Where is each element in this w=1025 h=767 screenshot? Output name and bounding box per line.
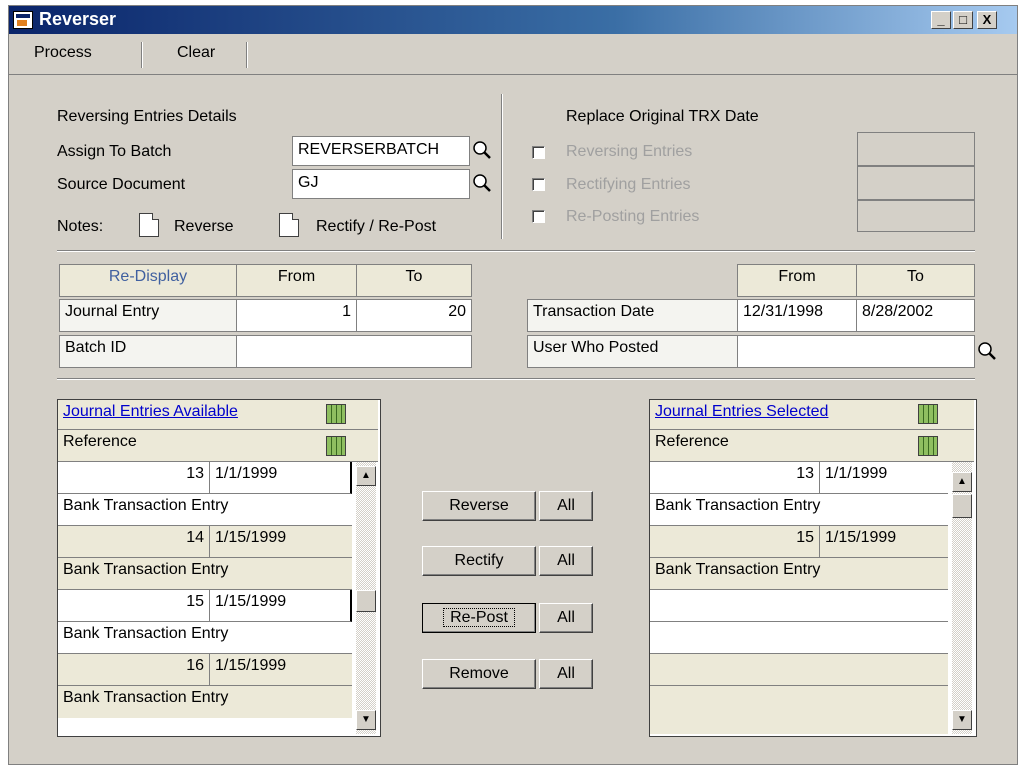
available-list: Journal Entries Available Reference 13 1… [57, 399, 381, 737]
grid-expand-icon[interactable] [918, 436, 938, 456]
grid-expand-icon[interactable] [326, 436, 346, 456]
toolbar: Process Clear [9, 34, 1017, 75]
reposting-entries-checkbox[interactable] [532, 210, 545, 223]
selected-row-description[interactable]: Bank Transaction Entry [650, 494, 948, 526]
assign-batch-field[interactable]: REVERSERBATCH [292, 136, 470, 166]
reverse-note-icon[interactable] [139, 213, 159, 237]
section-divider [501, 94, 503, 239]
selected-row-number[interactable]: 15 [650, 526, 820, 558]
rectifying-entries-checkbox[interactable] [532, 178, 545, 191]
horizontal-divider [57, 378, 975, 380]
source-document-lookup-icon[interactable] [472, 173, 492, 193]
transaction-date-label: Transaction Date [527, 299, 739, 332]
scroll-thumb[interactable] [952, 494, 972, 518]
repost-button-label: Re-Post [443, 608, 515, 627]
maximize-button[interactable]: □ [953, 11, 973, 29]
window-title: Reverser [39, 9, 117, 29]
available-row-date[interactable]: 1/15/1999 [210, 590, 352, 622]
selected-row-number[interactable]: 13 [650, 462, 820, 494]
available-row-number[interactable]: 15 [58, 590, 210, 622]
redisplay-button[interactable]: Re-Display [59, 264, 237, 297]
repost-all-button[interactable]: All [539, 603, 593, 633]
repost-button[interactable]: Re-Post [422, 603, 536, 633]
scroll-up-arrow-icon[interactable]: ▲ [356, 466, 376, 486]
range-to-header: To [356, 264, 472, 297]
details-heading: Reversing Entries Details [57, 108, 237, 125]
selected-row-date[interactable]: 1/15/1999 [820, 526, 948, 558]
scroll-up-arrow-icon[interactable]: ▲ [952, 472, 972, 492]
toolbar-separator [141, 42, 143, 68]
process-button[interactable]: Process [34, 44, 92, 62]
grid-expand-icon[interactable] [918, 404, 938, 424]
journal-to-field[interactable]: 20 [356, 299, 472, 332]
journal-from-field[interactable]: 1 [236, 299, 357, 332]
reversing-date-field [857, 132, 975, 166]
rectifying-entries-label: Rectifying Entries [566, 176, 691, 193]
batch-id-field[interactable] [236, 335, 472, 368]
date-to-header: To [856, 264, 975, 297]
available-row-number[interactable]: 16 [58, 654, 210, 686]
reverse-all-button[interactable]: All [539, 491, 593, 521]
reverser-window: Reverser _ □ X Process Clear Reversing E… [8, 5, 1018, 765]
reversing-entries-checkbox[interactable] [532, 146, 545, 159]
available-row-number[interactable]: 13 [58, 462, 210, 494]
selected-empty-row[interactable] [650, 686, 948, 734]
user-who-posted-field[interactable] [737, 335, 975, 368]
available-row-number[interactable]: 14 [58, 526, 210, 558]
rectify-note-label: Rectify / Re-Post [316, 218, 437, 235]
selected-list: Journal Entries Selected Reference 13 1/… [649, 399, 977, 737]
transaction-date-to-field[interactable]: 8/28/2002 [856, 299, 975, 332]
horizontal-divider [57, 250, 975, 252]
available-row-date[interactable]: 1/15/1999 [210, 526, 352, 558]
available-row-description[interactable]: Bank Transaction Entry [58, 558, 352, 590]
journal-entry-label: Journal Entry [59, 299, 237, 332]
available-row-description[interactable]: Bank Transaction Entry [58, 622, 352, 654]
toolbar-separator [246, 42, 248, 68]
scroll-thumb[interactable] [356, 590, 376, 612]
user-lookup-icon[interactable] [977, 341, 997, 361]
minimize-button[interactable]: _ [931, 11, 951, 29]
scroll-down-arrow-icon[interactable]: ▼ [952, 710, 972, 730]
scroll-down-arrow-icon[interactable]: ▼ [356, 710, 376, 730]
rectify-note-icon[interactable] [279, 213, 299, 237]
remove-button[interactable]: Remove [422, 659, 536, 689]
selected-empty-row[interactable] [650, 654, 948, 686]
rectify-button[interactable]: Rectify [422, 546, 536, 576]
range-from-header: From [236, 264, 357, 297]
source-document-label: Source Document [57, 176, 186, 193]
available-row-date[interactable]: 1/15/1999 [210, 654, 352, 686]
assign-batch-lookup-icon[interactable] [472, 140, 492, 160]
grid-expand-icon[interactable] [326, 404, 346, 424]
reverse-note-label: Reverse [174, 218, 234, 235]
rectify-all-button[interactable]: All [539, 546, 593, 576]
remove-all-button[interactable]: All [539, 659, 593, 689]
transaction-date-from-field[interactable]: 12/31/1998 [737, 299, 857, 332]
replace-trx-heading: Replace Original TRX Date [566, 108, 759, 125]
source-document-field[interactable]: GJ [292, 169, 470, 199]
rectifying-date-field [857, 166, 975, 200]
notes-label: Notes: [57, 218, 104, 235]
app-icon [13, 11, 33, 29]
selected-row-date[interactable]: 1/1/1999 [820, 462, 948, 494]
reposting-entries-label: Re-Posting Entries [566, 208, 700, 225]
available-row-date[interactable]: 1/1/1999 [210, 462, 352, 494]
selected-empty-row[interactable] [650, 622, 948, 654]
selected-list-link[interactable]: Journal Entries Selected [655, 403, 828, 420]
selected-row-description[interactable]: Bank Transaction Entry [650, 558, 948, 590]
available-row-description[interactable]: Bank Transaction Entry [58, 686, 352, 718]
date-from-header: From [737, 264, 857, 297]
user-who-posted-label: User Who Posted [527, 335, 739, 368]
available-list-link[interactable]: Journal Entries Available [63, 403, 238, 420]
title-bar: Reverser _ □ X [9, 6, 1017, 34]
close-button[interactable]: X [977, 11, 997, 29]
reversing-entries-label: Reversing Entries [566, 143, 693, 160]
selected-empty-row[interactable] [650, 590, 948, 622]
available-row-description[interactable]: Bank Transaction Entry [58, 494, 352, 526]
reposting-date-field [857, 200, 975, 232]
reverse-button[interactable]: Reverse [422, 491, 536, 521]
batch-id-label: Batch ID [59, 335, 237, 368]
clear-button[interactable]: Clear [177, 44, 215, 62]
assign-batch-label: Assign To Batch [57, 143, 172, 160]
